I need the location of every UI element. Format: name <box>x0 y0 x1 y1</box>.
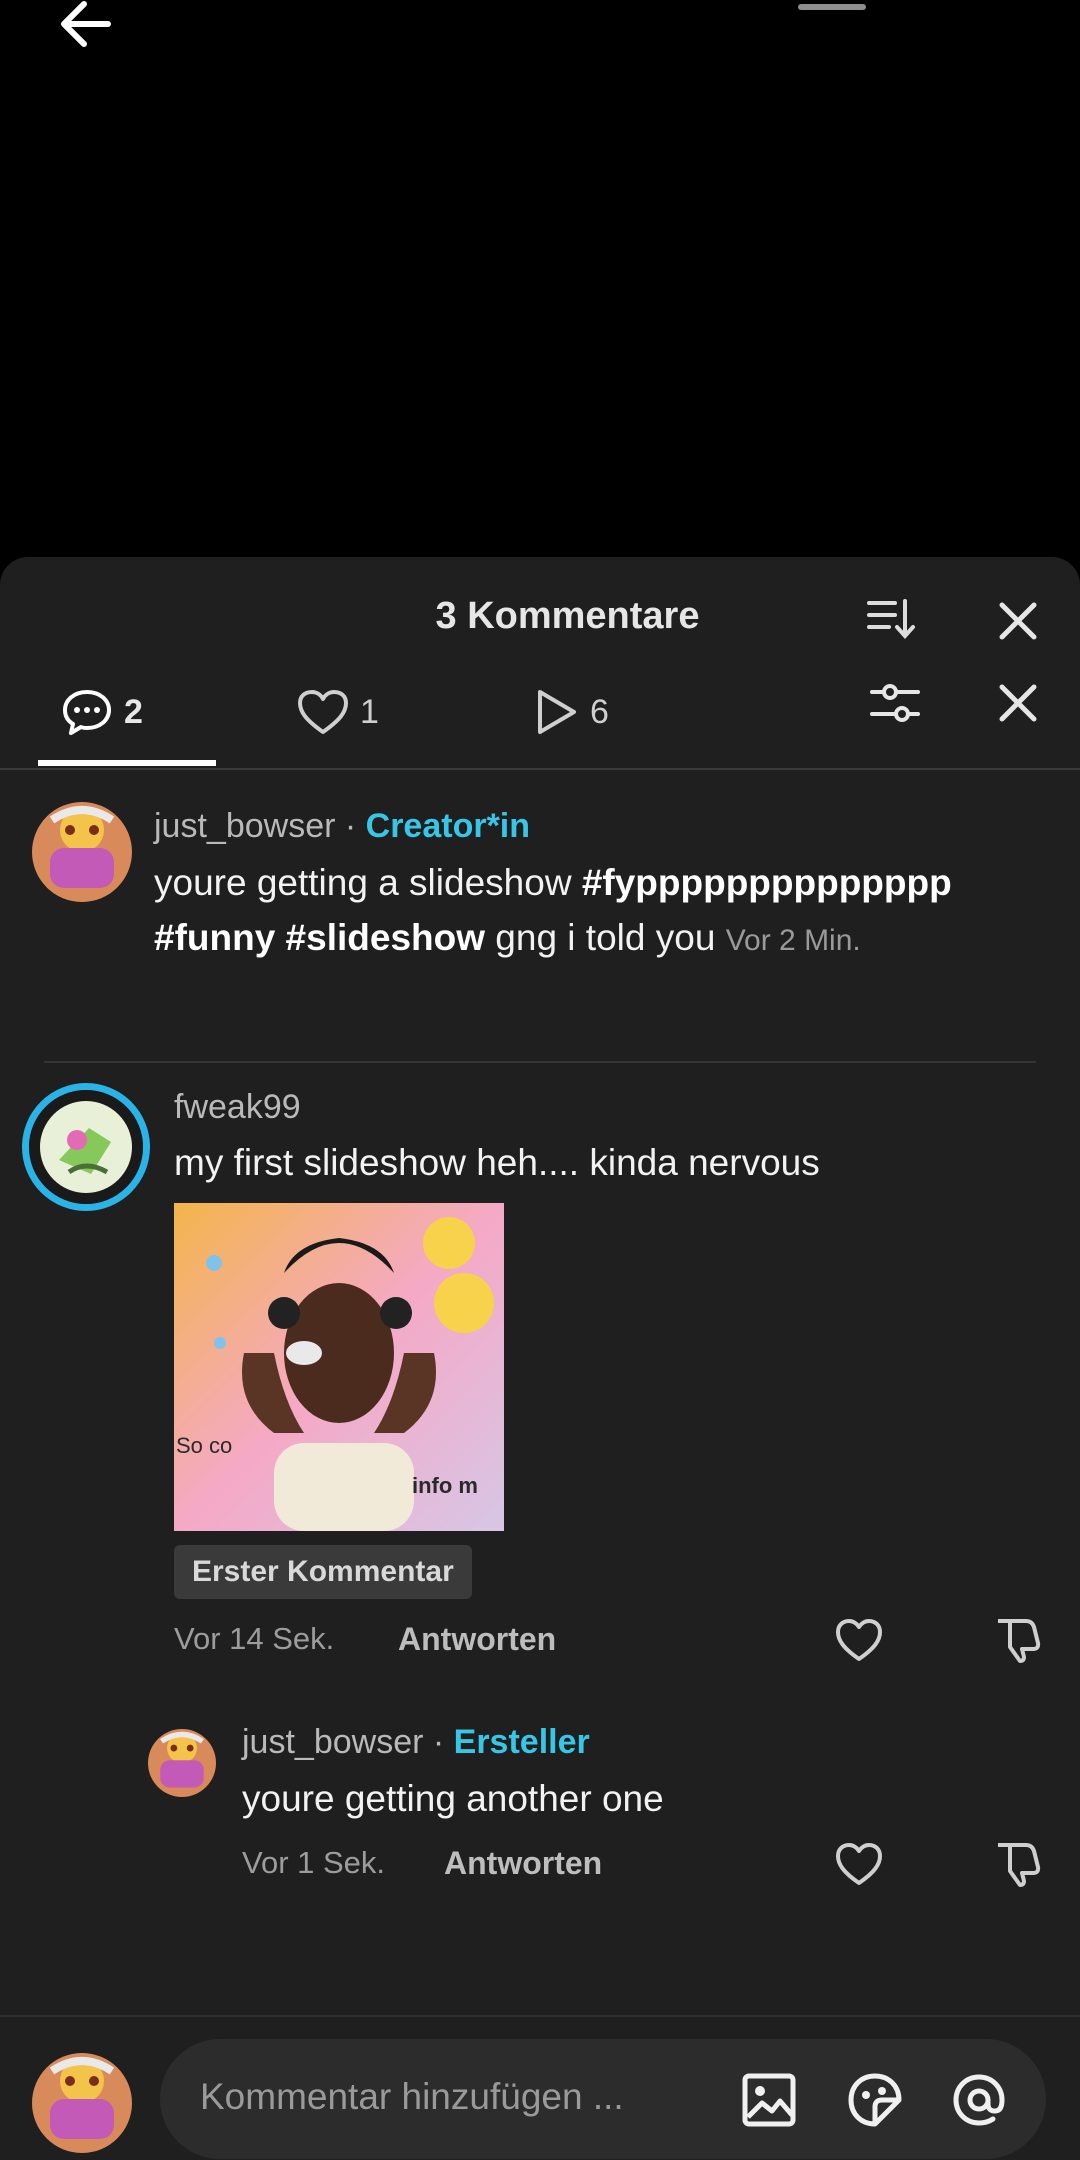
username-separator: · <box>423 1723 454 1761</box>
comment-bubble-icon <box>63 690 111 735</box>
creator-badge: Creator*in <box>365 807 531 845</box>
dislike-icon[interactable] <box>992 1613 1042 1663</box>
comment-text-end: gng i told you <box>485 917 726 958</box>
sort-icon[interactable] <box>866 597 916 641</box>
avatar[interactable] <box>32 2053 132 2153</box>
close-icon[interactable] <box>996 681 1040 725</box>
divider <box>0 768 1080 770</box>
like-heart-icon[interactable] <box>834 1841 884 1887</box>
first-comment-badge: Erster Kommentar <box>174 1545 472 1599</box>
tab-comments[interactable]: 2 <box>60 657 143 767</box>
username-text: just_bowser <box>242 1723 424 1761</box>
tab-likes-count: 1 <box>360 692 379 731</box>
comment-text: my first slideshow heh.... kinda nervous <box>174 1142 820 1183</box>
mention-at-icon[interactable] <box>950 2071 1008 2129</box>
comment-input-placeholder: Kommentar hinzufügen ... <box>200 2076 624 2117</box>
reply-text: youre getting another one <box>242 1778 664 1819</box>
reply-timestamp: Vor 1 Sek. <box>242 1845 386 1880</box>
username-separator: · <box>335 807 366 845</box>
comment-timestamp: Vor 2 Min. <box>725 924 861 957</box>
heart-outline-icon <box>298 690 348 734</box>
dislike-icon[interactable] <box>992 1837 1042 1887</box>
close-icon[interactable] <box>996 599 1040 643</box>
divider <box>0 2015 1080 2017</box>
reply-button[interactable]: Antworten <box>398 1621 556 1658</box>
comment-text: youre getting a slideshow #fyppppppppppp… <box>154 855 1034 968</box>
comment-username[interactable]: just_bowser · Creator*in <box>154 807 530 846</box>
like-heart-icon[interactable] <box>834 1617 884 1663</box>
image-icon[interactable] <box>740 2071 798 2129</box>
avatar[interactable] <box>32 802 132 902</box>
comment-username[interactable]: fweak99 <box>174 1088 301 1127</box>
comments-sheet: 3 Kommentare 2 1 6 just_bowser · Creator… <box>0 557 1080 2160</box>
comment-text-start: youre getting a slideshow <box>154 862 582 903</box>
filter-sliders-icon[interactable] <box>868 675 924 731</box>
sticker-smiley-icon[interactable] <box>846 2071 904 2129</box>
reply-button[interactable]: Antworten <box>444 1845 602 1882</box>
sticker-caption: info m <box>412 1473 478 1498</box>
comment-sticker-image[interactable]: So co info m <box>174 1203 504 1531</box>
tab-plays-count: 6 <box>590 692 609 731</box>
comment-input[interactable]: Kommentar hinzufügen ... <box>160 2039 1046 2159</box>
divider <box>44 1061 1036 1063</box>
back-arrow-icon[interactable] <box>50 0 120 62</box>
username-text: just_bowser <box>154 807 336 845</box>
reply-username[interactable]: just_bowser · Ersteller <box>242 1723 590 1762</box>
comment-timestamp: Vor 14 Sek. <box>174 1621 335 1656</box>
tab-plays[interactable]: 6 <box>530 657 609 767</box>
drag-handle[interactable] <box>798 4 866 10</box>
tab-likes[interactable]: 1 <box>296 657 379 767</box>
play-outline-icon <box>538 690 576 734</box>
comments-title: 3 Kommentare <box>435 595 700 637</box>
sticker-caption: So co <box>176 1433 232 1458</box>
avatar[interactable] <box>148 1729 216 1797</box>
creator-badge: Ersteller <box>453 1723 590 1761</box>
avatar[interactable] <box>22 1083 150 1211</box>
active-tab-indicator <box>38 760 216 766</box>
tab-comments-count: 2 <box>124 692 143 731</box>
top-bar <box>0 0 1080 60</box>
